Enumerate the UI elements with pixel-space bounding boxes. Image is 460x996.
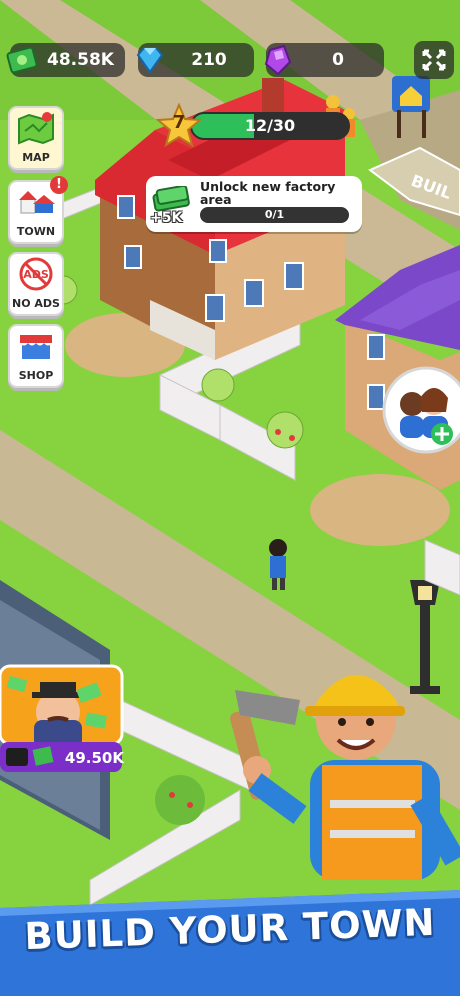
purple-crystal-icon — [264, 44, 292, 76]
ads-icon-text: ADS — [23, 268, 49, 281]
expand-button[interactable] — [414, 41, 454, 79]
no-ads-icon: ADS — [19, 257, 53, 291]
hire-workers-button[interactable] — [380, 364, 460, 460]
shop-button[interactable]: SHOP — [8, 324, 64, 388]
quest-progress-text: 0/1 — [264, 208, 285, 221]
cash-stack-icon — [152, 186, 190, 212]
game-screen[interactable]: BUIL 48.58K 210 0 MAP TOWN ! ADS NO ADS … — [0, 0, 460, 996]
level-progress-text: 12/30 — [244, 116, 296, 135]
manager-price: 49.50K — [64, 749, 124, 767]
cash-icon — [6, 46, 38, 74]
quest-title: Unlock new factory area — [200, 179, 336, 207]
quest-reward: +5K — [150, 210, 183, 226]
no-ads-button[interactable]: ADS NO ADS — [8, 252, 64, 316]
diamond-icon — [136, 47, 164, 74]
level-number: 7 — [172, 112, 186, 133]
shop-label: SHOP — [18, 369, 54, 382]
map-label: MAP — [22, 151, 50, 164]
quest-card[interactable]: +5K Unlock new factory area 0/1 — [146, 176, 362, 232]
map-icon — [18, 112, 54, 145]
cash-counter: 48.58K — [6, 43, 125, 77]
gems-counter: 210 — [136, 43, 254, 77]
shop-icon — [20, 335, 52, 359]
town-alert-badge: ! — [50, 176, 68, 194]
town-label: TOWN — [16, 225, 56, 238]
video-ad-icon — [6, 748, 28, 766]
no-ads-label: NO ADS — [12, 297, 60, 310]
quest-progress-bar: 0/1 — [200, 207, 349, 223]
town-button[interactable]: TOWN ! — [8, 176, 68, 244]
expand-icon — [422, 49, 446, 71]
town-scene[interactable]: BUIL — [0, 0, 460, 996]
purple-gems-counter: 0 — [264, 43, 384, 77]
map-button[interactable]: MAP — [8, 106, 64, 170]
level-progress-bar: 12/30 — [190, 112, 350, 140]
